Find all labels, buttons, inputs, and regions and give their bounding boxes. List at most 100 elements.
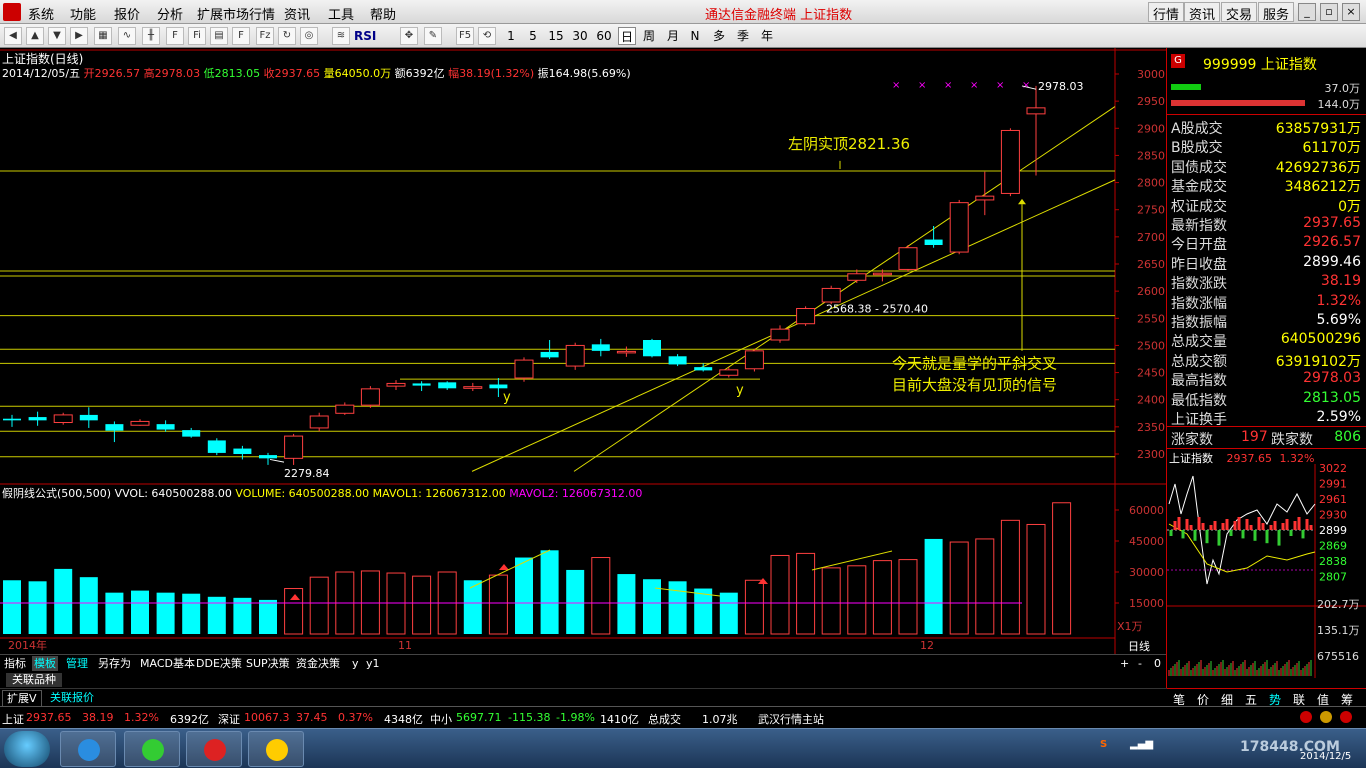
- sz-change: 37.45: [296, 711, 328, 724]
- wave-icon[interactable]: ≋: [332, 27, 350, 45]
- forward-arrow-icon[interactable]: ▶: [70, 27, 88, 45]
- annotation-range-label: 2568.38 - 2570.40: [826, 303, 928, 316]
- y-tick-label: 2550: [1137, 312, 1165, 325]
- tab-macd[interactable]: MACD基本: [138, 656, 197, 671]
- tab-dde[interactable]: DDE决策: [194, 656, 244, 671]
- y-tick-label: 2900: [1137, 122, 1165, 135]
- down-arrow-icon[interactable]: ▼: [48, 27, 66, 45]
- candle-body: [924, 239, 943, 245]
- intraday-mini-chart[interactable]: 3022 2991 2961 2930 2899 2869 2838 2807 202.7万 13…: [1167, 464, 1366, 678]
- menu-item-system[interactable]: 系统: [28, 4, 54, 23]
- y-tick-label: 2950: [1137, 95, 1165, 108]
- circle-icon[interactable]: ◎: [300, 27, 318, 45]
- plus-app-icon[interactable]: [248, 731, 304, 767]
- menu-item-quote[interactable]: 报价: [114, 4, 140, 23]
- tab-indicator[interactable]: 指标: [2, 656, 28, 671]
- period-day[interactable]: 日: [618, 27, 636, 45]
- nav-zero[interactable]: 0: [1152, 656, 1163, 671]
- menu-item-tools[interactable]: 工具: [328, 4, 354, 23]
- grid-icon[interactable]: ▦: [94, 27, 112, 45]
- fin-icon[interactable]: Fi: [188, 27, 206, 45]
- period-year[interactable]: 年: [758, 27, 776, 45]
- start-button-icon[interactable]: [4, 731, 50, 767]
- f5-icon[interactable]: F5: [456, 27, 474, 45]
- period-n[interactable]: N: [688, 27, 702, 45]
- refresh-icon[interactable]: ⟲: [478, 27, 496, 45]
- candle-body: [770, 328, 790, 341]
- quote-row-label: 基金成交: [1171, 179, 1227, 196]
- tab-fund[interactable]: 资金决策: [294, 656, 342, 671]
- tab-template[interactable]: 模板: [32, 656, 58, 671]
- tab-y1[interactable]: y1: [364, 656, 382, 671]
- volume-bar: [54, 568, 73, 634]
- cycle-icon[interactable]: ↻: [278, 27, 296, 45]
- fz-icon[interactable]: Fz: [256, 27, 274, 45]
- back-arrow-icon[interactable]: ◀: [4, 27, 22, 45]
- period-15min[interactable]: 15: [546, 27, 566, 45]
- restore-icon[interactable]: ▫: [1320, 3, 1338, 21]
- minimize-icon[interactable]: _: [1298, 3, 1316, 21]
- pencil-icon[interactable]: ✎: [424, 27, 442, 45]
- volume-bar: [949, 541, 969, 635]
- volume-bar: [284, 588, 304, 635]
- volume-bar: [770, 554, 790, 635]
- menu-item-help[interactable]: 帮助: [370, 4, 396, 23]
- move-icon[interactable]: ✥: [400, 27, 418, 45]
- close-icon[interactable]: ×: [1342, 3, 1360, 21]
- period-week[interactable]: 周: [640, 27, 658, 45]
- trade-button[interactable]: 交易: [1221, 2, 1258, 23]
- ext-v-tab[interactable]: 扩展V: [2, 690, 42, 707]
- volume-bar: [105, 592, 124, 634]
- menu-item-info[interactable]: 资讯: [284, 4, 310, 23]
- service-button[interactable]: 服务: [1258, 2, 1295, 23]
- period-month[interactable]: 月: [664, 27, 682, 45]
- quote-row-value: 38.19: [1320, 273, 1361, 290]
- menu-item-extended-market[interactable]: 扩展市场行情: [197, 4, 275, 23]
- period-60min[interactable]: 60: [594, 27, 614, 45]
- news-button[interactable]: 资讯: [1184, 2, 1221, 23]
- period-5min[interactable]: 5: [526, 27, 540, 45]
- chart-area[interactable]: 3000 2950 2900 2850 2800 2750 2700 2650 2600 2550…: [0, 48, 1166, 654]
- candle-body: [233, 448, 252, 454]
- tab-manage[interactable]: 管理: [64, 656, 90, 671]
- candlestick-icon[interactable]: ╫: [142, 27, 160, 45]
- tab-sup[interactable]: SUP决策: [244, 656, 292, 671]
- mini-tick-label: 2807: [1319, 571, 1347, 584]
- line-chart-icon[interactable]: ∿: [118, 27, 136, 45]
- ie-icon[interactable]: [60, 731, 116, 767]
- candle-body: [130, 420, 150, 426]
- vvol-value: VVOL: 640500288.00: [114, 487, 232, 500]
- browser-icon[interactable]: [124, 731, 180, 767]
- quote-row: B股成交 61170万: [1169, 136, 1365, 156]
- menu-item-analysis[interactable]: 分析: [157, 4, 183, 23]
- f2-icon[interactable]: F: [232, 27, 250, 45]
- nav-plus[interactable]: +: [1118, 656, 1131, 671]
- link-variety-tab[interactable]: 关联品种: [6, 673, 62, 687]
- period-1min[interactable]: 1: [504, 27, 518, 45]
- server-station: 武汉行情主站: [758, 713, 824, 726]
- tab-save-as[interactable]: 另存为: [96, 656, 133, 671]
- volume-header: 假阴线公式(500,500) VVOL: 640500288.00 VOLUME…: [2, 485, 642, 501]
- tdx-app-icon[interactable]: [186, 731, 242, 767]
- rsi-button[interactable]: RSI: [354, 27, 376, 45]
- tray-network-icon[interactable]: ▂▄▆: [1130, 739, 1153, 750]
- period-quarter[interactable]: 季: [734, 27, 752, 45]
- nav-minus[interactable]: -: [1136, 656, 1144, 671]
- candle-body: [591, 344, 610, 351]
- period-multi[interactable]: 多: [710, 27, 728, 45]
- volume-bar: [386, 572, 406, 635]
- menu-item-function[interactable]: 功能: [70, 4, 96, 23]
- kline-chart[interactable]: 3000295029002850280027502700265026002550…: [0, 48, 1166, 654]
- period-30min[interactable]: 30: [570, 27, 590, 45]
- quote-row-label: 总成交额: [1171, 353, 1227, 370]
- tray-s-icon[interactable]: S: [1100, 739, 1107, 750]
- grid2-icon[interactable]: ▤: [210, 27, 228, 45]
- up-arrow-icon[interactable]: ▲: [26, 27, 44, 45]
- f10-icon[interactable]: F: [166, 27, 184, 45]
- zx-index: 5697.71: [456, 711, 502, 724]
- tab-y[interactable]: y: [350, 656, 361, 671]
- volume-bar: [79, 577, 98, 634]
- linked-quote-tab[interactable]: 关联报价: [46, 690, 98, 705]
- quote-button[interactable]: 行情: [1148, 2, 1185, 23]
- candle-body: [719, 369, 739, 376]
